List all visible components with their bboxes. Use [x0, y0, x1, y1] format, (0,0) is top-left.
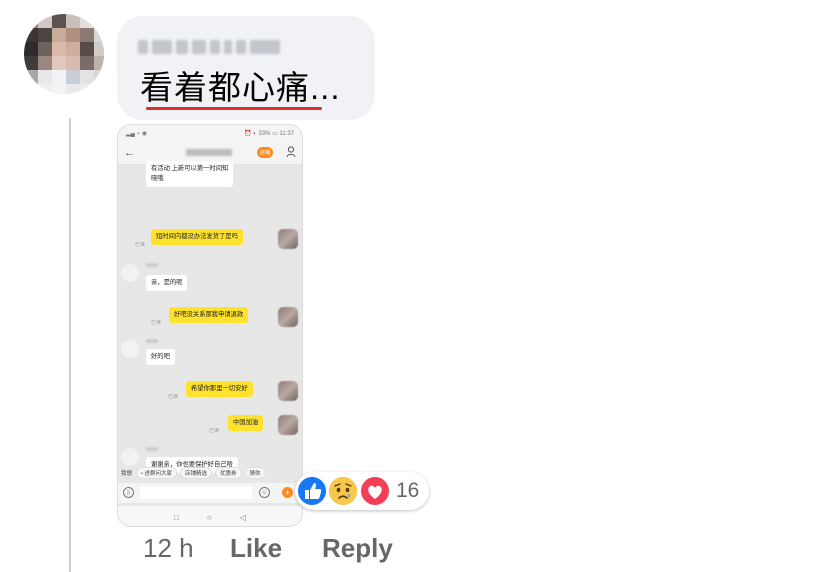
sender-name-redacted — [146, 263, 158, 267]
person-icon — [286, 146, 296, 158]
quick-reply-label: 进群问大家 — [144, 471, 172, 477]
back-arrow-icon: ← — [124, 146, 135, 159]
chat-message: 好吧没关系那我申请退款 — [169, 307, 249, 323]
phone-status-bar: ▂▄ ⌁ ◉ ⏰ ◐ 33% ▭ 11:37 — [118, 125, 302, 141]
shop-name-redacted — [186, 149, 232, 156]
chat-message: 有活动 上新可以第一时间知 晓哦 — [146, 161, 234, 187]
sender-name-redacted — [146, 339, 158, 343]
chat-input-bar: )) ☺ + — [118, 483, 302, 503]
square-nav-icon: □ — [174, 512, 179, 522]
sad-icon — [327, 475, 359, 507]
chat-input-field — [140, 486, 252, 499]
shop-avatar — [120, 263, 140, 283]
shop-avatar — [120, 447, 140, 467]
comment-thread: 看着都心痛... ▂▄ ⌁ ◉ ⏰ ◐ 33% ▭ 11:37 ← 店铺 有活动… — [0, 0, 828, 572]
status-bar-left: ▂▄ ⌁ ◉ — [126, 130, 148, 137]
quick-reply: 店铺精选 — [180, 467, 213, 479]
sender-name-redacted — [146, 447, 158, 451]
read-receipt: 已读 — [168, 394, 179, 400]
avatar[interactable] — [24, 14, 104, 94]
chat-message: 好的吧 — [146, 349, 175, 365]
read-receipt: 已读 — [209, 428, 220, 434]
quick-reply-group: • 进群问大家 — [136, 467, 177, 479]
reactions-summary[interactable]: 16 — [295, 472, 429, 510]
attached-screenshot[interactable]: ▂▄ ⌁ ◉ ⏰ ◐ 33% ▭ 11:37 ← 店铺 有活动 上新可以第一时间… — [117, 124, 303, 527]
like-icon — [296, 475, 328, 507]
reply-button[interactable]: Reply — [322, 533, 393, 564]
circle-nav-icon: ○ — [206, 512, 212, 522]
quick-reply-bar: 我想 • 进群问大家 店铺精选 优惠券 猜你 — [118, 466, 302, 480]
emoji-icon: ☺ — [259, 487, 270, 498]
back-nav-icon: ◁ — [239, 512, 246, 522]
voice-icon: )) — [123, 487, 134, 498]
comment-timestamp[interactable]: 12 h — [143, 533, 194, 564]
comment-text: 看着都心痛... — [140, 69, 341, 106]
own-avatar — [278, 307, 298, 327]
own-avatar — [278, 415, 298, 435]
shop-avatar — [120, 339, 140, 359]
own-avatar — [278, 381, 298, 401]
reaction-count: 16 — [396, 479, 420, 502]
spellcheck-underline — [146, 107, 322, 110]
shop-badge: 店铺 — [257, 147, 274, 158]
chat-message: 希望你那里一切安好 — [186, 381, 253, 397]
chat-message: 中国加油 — [228, 415, 264, 431]
plus-icon: + — [282, 487, 293, 498]
quick-reply: 猜你 — [244, 467, 266, 479]
chat-message: 短时间内都没办法发货了是吗 — [151, 229, 243, 245]
own-avatar — [278, 229, 298, 249]
chat-message: 亲，是的呢 — [146, 275, 188, 291]
quick-reply: 我想 — [121, 471, 133, 477]
read-receipt: 已读 — [135, 242, 146, 248]
chat-messages: 有活动 上新可以第一时间知 晓哦 已读 短时间内都没办法发货了是吗 亲，是的呢 … — [118, 161, 302, 473]
fire-icon: • — [141, 471, 143, 477]
author-name-redacted[interactable] — [138, 36, 290, 58]
status-bar-right: ⏰ ◐ 33% ▭ 11:37 — [243, 130, 294, 137]
read-receipt: 已读 — [151, 320, 162, 326]
love-icon — [359, 475, 391, 507]
quick-reply: 优惠券 — [215, 467, 242, 479]
thread-line — [69, 118, 71, 572]
phone-nav-bar: □ ○ ◁ — [118, 506, 302, 526]
like-button[interactable]: Like — [230, 533, 282, 564]
